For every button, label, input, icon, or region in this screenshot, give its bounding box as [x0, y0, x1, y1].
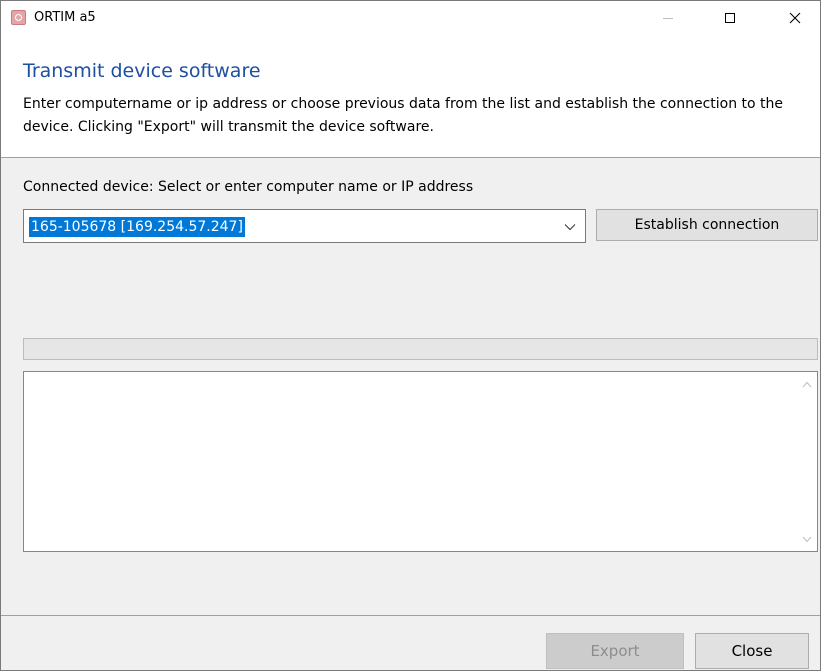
window-title: ORTIM a5: [34, 10, 96, 25]
scroll-up-button[interactable]: [799, 376, 815, 392]
minimize-button[interactable]: [645, 1, 691, 35]
combobox-dropdown-button[interactable]: [561, 218, 579, 236]
device-combobox-value[interactable]: 165-105678 [169.254.57.247]: [29, 217, 245, 237]
connected-device-label: Connected device: Select or enter comput…: [23, 179, 474, 195]
title-bar[interactable]: ORTIM a5: [1, 1, 820, 35]
log-textarea[interactable]: [23, 371, 818, 552]
chevron-up-icon: [802, 381, 812, 387]
chevron-down-icon: [564, 224, 576, 231]
close-window-button[interactable]: [772, 1, 818, 35]
close-icon: [789, 12, 801, 24]
wizard-header: Transmit device software Enter computern…: [1, 35, 820, 158]
maximize-icon: [725, 13, 735, 23]
transfer-progress-bar: [23, 338, 818, 360]
app-window: ORTIM a5 Transmit device software Enter …: [0, 0, 821, 671]
export-button[interactable]: Export: [546, 633, 684, 669]
scroll-down-button[interactable]: [799, 531, 815, 547]
footer-divider: [1, 615, 820, 616]
close-button[interactable]: Close: [695, 633, 809, 669]
establish-connection-button[interactable]: Establish connection: [596, 209, 818, 241]
page-description: Enter computername or ip address or choo…: [23, 96, 784, 135]
chevron-down-icon: [802, 536, 812, 542]
minimize-icon: [663, 18, 673, 19]
maximize-button[interactable]: [707, 1, 753, 35]
page-title: Transmit device software: [23, 60, 261, 82]
device-combobox[interactable]: 165-105678 [169.254.57.247]: [23, 209, 586, 243]
ortim-app-icon[interactable]: [11, 10, 26, 25]
